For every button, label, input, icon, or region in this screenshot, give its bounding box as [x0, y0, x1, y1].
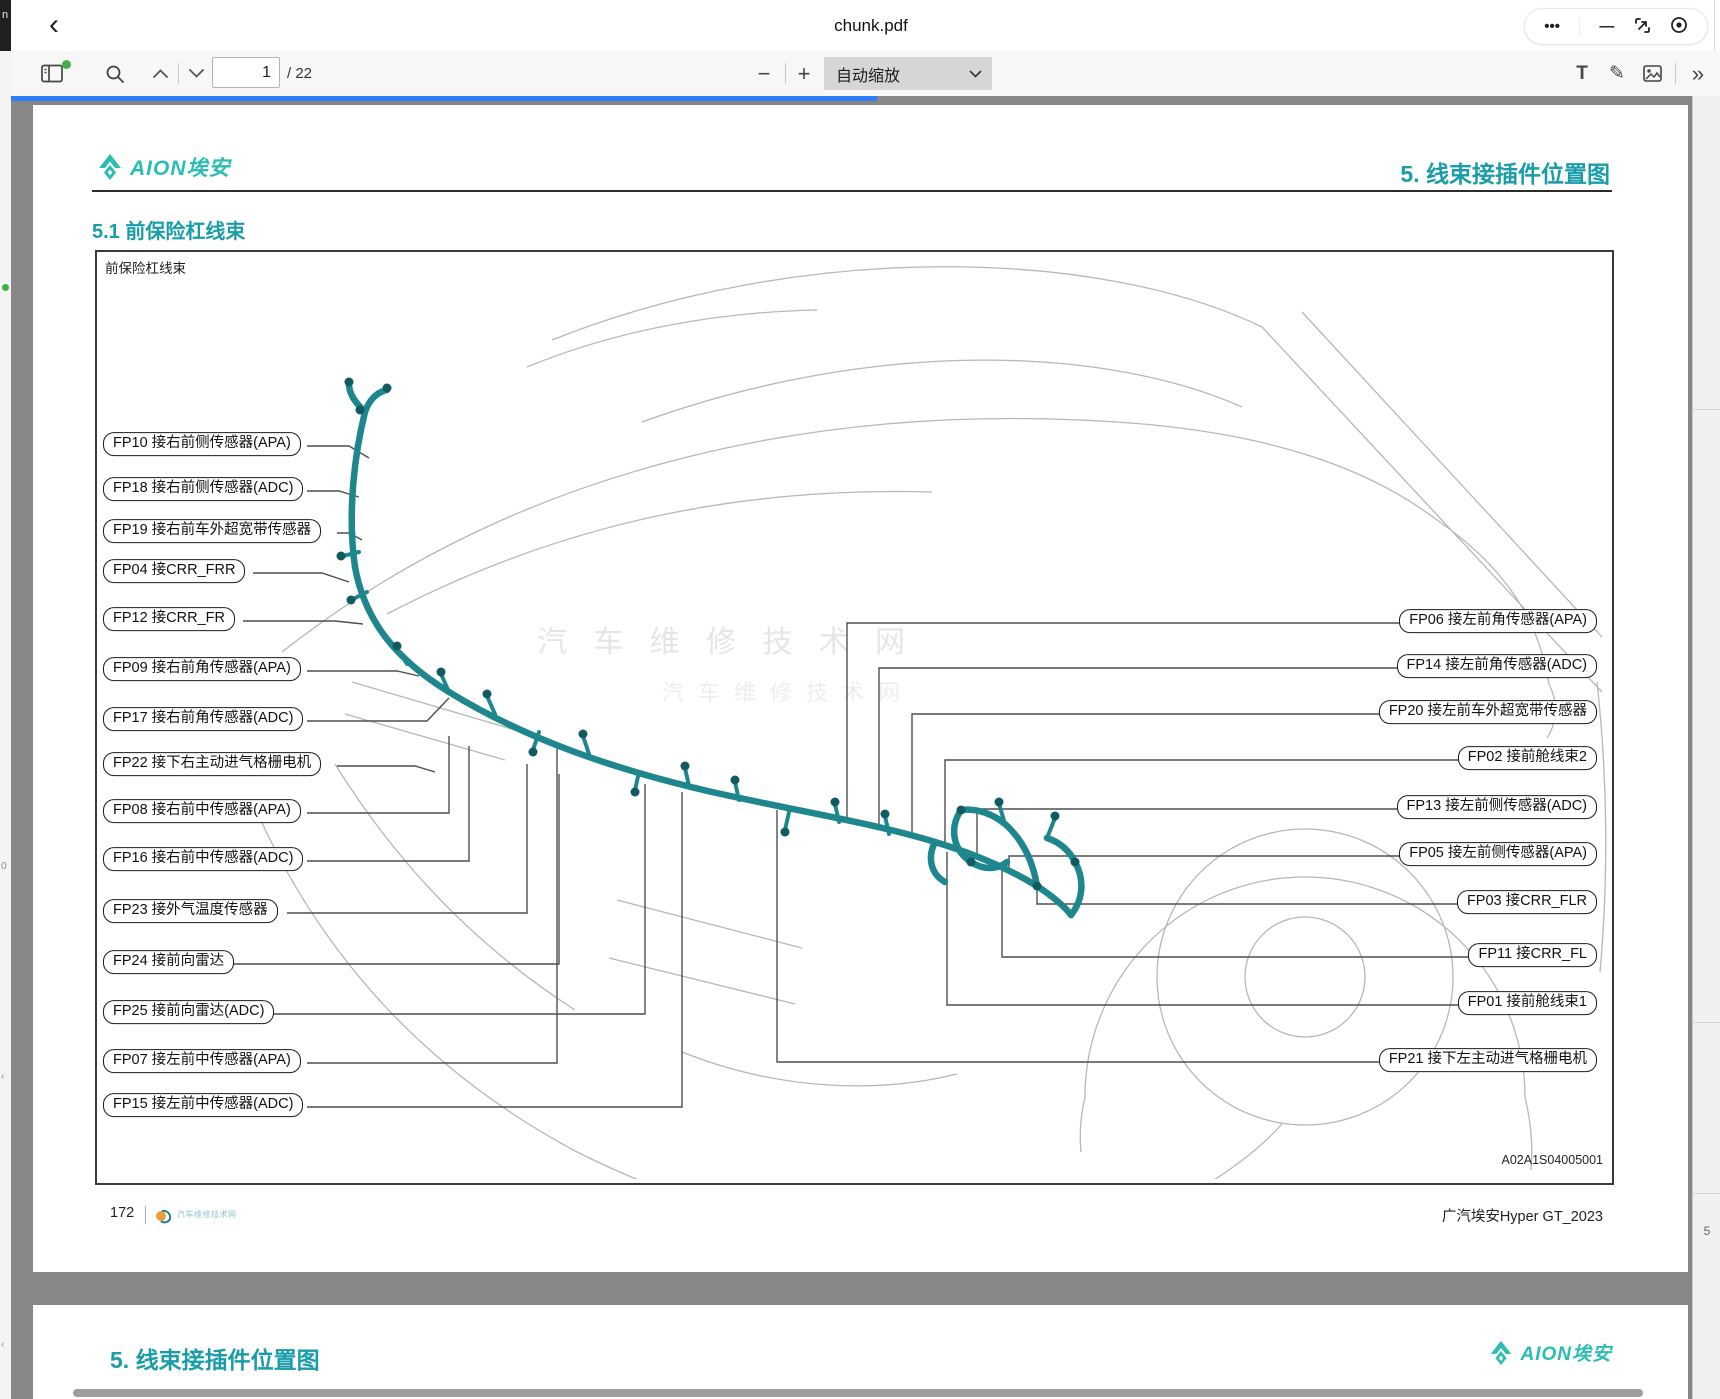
- document-title: chunk.pdf: [11, 0, 1720, 51]
- connector-label: FP05 接左前侧传感器(APA): [1399, 842, 1597, 866]
- vehicle-model-label: 广汽埃安Hyper GT_2023: [1442, 1205, 1603, 1226]
- diagram-code: A02A1S04005001: [1502, 1153, 1603, 1167]
- strip-fragment-text: 0: [1, 861, 7, 872]
- connector-label: FP21 接下左主动进气格栅电机: [1379, 1048, 1597, 1072]
- connector-label: FP15 接左前中传感器(ADC): [103, 1093, 303, 1117]
- connector-label: FP19 接右前车外超宽带传感器: [103, 519, 321, 543]
- background-app-strip-top: n: [0, 0, 11, 51]
- text-tool-button[interactable]: T: [1569, 51, 1595, 96]
- chapter-title: 5. 线束接插件位置图: [110, 1341, 320, 1375]
- window-controls: ••• —: [1524, 8, 1708, 45]
- connector-label: FP02 接前舱线束2: [1458, 746, 1597, 770]
- connector-label: FP07 接左前中传感器(APA): [103, 1049, 301, 1073]
- loading-progress-bar: [11, 96, 877, 101]
- divider: [1675, 63, 1676, 84]
- find-previous-button[interactable]: [147, 51, 173, 96]
- connector-label: FP17 接右前角传感器(ADC): [103, 707, 303, 731]
- strip-fragment-text: n: [2, 9, 8, 21]
- zoom-mode-value: 自动缩放: [836, 62, 900, 86]
- chapter-title: 5. 线束接插件位置图: [1400, 155, 1610, 189]
- connector-label: FP16 接右前中传感器(ADC): [103, 847, 303, 871]
- notification-dot: [62, 60, 71, 69]
- more-tools-button[interactable]: »: [1685, 51, 1711, 96]
- connector-label: FP20 接左前车外超宽带传感器: [1379, 700, 1597, 724]
- connector-label: FP09 接右前角传感器(APA): [103, 657, 301, 681]
- page-footer: 172 汽车维修技术网 广汽埃安Hyper GT_2023: [33, 1205, 1688, 1229]
- connector-label: FP14 接左前角传感器(ADC): [1397, 654, 1597, 678]
- thumbnail-page-number: 5: [1693, 1224, 1720, 1238]
- divider: [1693, 1193, 1720, 1194]
- annotate-pencil-icon[interactable]: ✎: [1604, 51, 1630, 96]
- aion-logo-icon: [1488, 1340, 1514, 1366]
- chevron-down-icon: [969, 65, 982, 83]
- aion-logo: AION埃安: [1488, 1339, 1612, 1366]
- connector-label: FP08 接右前中传感器(APA): [103, 799, 301, 823]
- strip-fragment-text: ‹: [1, 1071, 4, 1082]
- connector-label: FP13 接左前侧传感器(ADC): [1397, 795, 1597, 819]
- diagram-caption: 前保险杠线束: [105, 257, 186, 277]
- connector-label: FP12 接CRR_FR: [103, 607, 235, 631]
- aion-logo-text: AION埃安: [1520, 1339, 1612, 1366]
- connector-label: FP01 接前舱线束1: [1458, 991, 1597, 1015]
- search-icon[interactable]: [101, 51, 129, 96]
- watermark-text: 汽 车 维 修 技 术 网: [537, 626, 914, 659]
- connector-label: FP24 接前向雷达: [103, 950, 234, 974]
- status-dot-green: [2, 284, 9, 291]
- connector-label: FP06 接左前角传感器(APA): [1399, 609, 1597, 633]
- site-logo-icon: [155, 1207, 173, 1225]
- right-panel-strip: 5: [1692, 96, 1720, 1399]
- aion-logo: AION埃安: [96, 152, 231, 182]
- divider: [785, 63, 786, 84]
- more-icon[interactable]: •••: [1544, 19, 1560, 34]
- page-number: 172: [110, 1205, 134, 1221]
- connector-label: FP22 接下右主动进气格栅电机: [103, 752, 321, 776]
- divider: [178, 63, 179, 84]
- zoom-out-button[interactable]: −: [751, 51, 777, 96]
- minimize-icon[interactable]: —: [1599, 19, 1614, 34]
- aion-logo-icon: [96, 153, 124, 181]
- connector-label: FP18 接右前侧传感器(ADC): [103, 477, 303, 501]
- connector-label: FP04 接CRR_FRR: [103, 559, 245, 583]
- page-number-input[interactable]: [212, 57, 280, 88]
- aion-logo-text: AION埃安: [130, 152, 231, 182]
- connector-label: FP23 接外气温度传感器: [103, 899, 278, 923]
- find-next-button[interactable]: [183, 51, 209, 96]
- divider: [1579, 18, 1580, 36]
- strip-fragment-text: ‹: [1, 1339, 4, 1350]
- zoom-in-button[interactable]: +: [791, 51, 817, 96]
- header-rule: [92, 190, 1612, 192]
- divider: [1693, 1022, 1720, 1023]
- restore-window-icon[interactable]: [1634, 17, 1651, 37]
- pdf-toolbar: / 22 − + 自动缩放 T ✎ »: [11, 51, 1720, 97]
- zoom-mode-select[interactable]: 自动缩放: [824, 57, 992, 90]
- focus-circle-icon[interactable]: [1670, 16, 1688, 37]
- watermark-text-2: 汽车维修技术网: [662, 680, 914, 705]
- leader-lines: [227, 446, 1471, 1107]
- page-count-label: / 22: [287, 51, 312, 96]
- connector-label: FP11 接CRR_FL: [1468, 943, 1597, 967]
- connector-label: FP10 接右前侧传感器(APA): [103, 432, 301, 456]
- pdf-page-2: 5. 线束接插件位置图 AION埃安: [33, 1305, 1688, 1399]
- site-mark-text: 汽车维修技术网: [177, 1209, 237, 1220]
- section-title: 5.1 前保险杠线束: [92, 215, 245, 244]
- divider: [145, 1206, 146, 1224]
- header-rule: [73, 1389, 1643, 1397]
- connector-label: FP03 接CRR_FLR: [1457, 890, 1597, 914]
- pdf-page-1: AION埃安 5. 线束接插件位置图 5.1 前保险杠线束 前保险杠线束 A02…: [33, 105, 1688, 1272]
- connector-label: FP25 接前向雷达(ADC): [103, 1000, 274, 1024]
- image-tool-icon[interactable]: [1639, 51, 1665, 96]
- sidebar-toggle-button[interactable]: [35, 51, 69, 96]
- title-bar: ‹ chunk.pdf ••• —: [11, 0, 1720, 51]
- divider: [1693, 409, 1720, 410]
